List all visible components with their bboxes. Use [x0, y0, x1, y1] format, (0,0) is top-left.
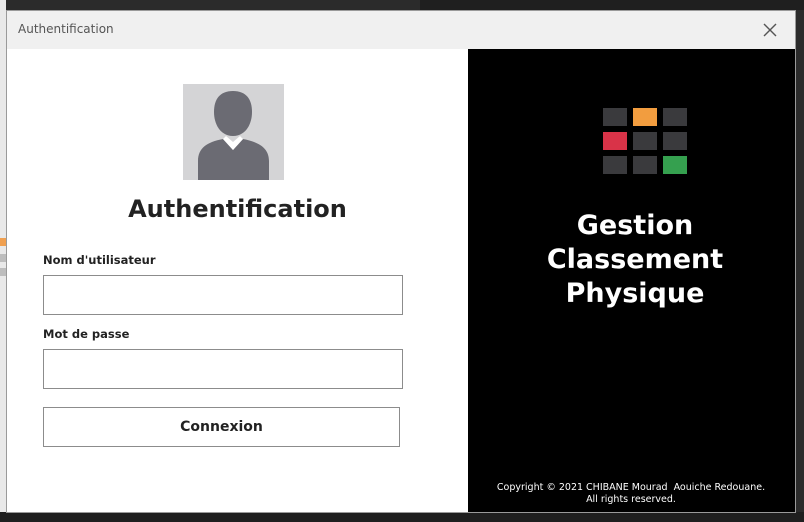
background-taskbar: [0, 512, 804, 522]
branding-panel: Gestion Classement Physique Copyright © …: [468, 49, 795, 512]
login-heading: Authentification: [128, 195, 347, 223]
auth-dialog: Authentification Authentification Nom d'…: [6, 10, 796, 513]
username-label: Nom d'utilisateur: [43, 253, 156, 267]
copyright-line: All rights reserved.: [586, 494, 676, 505]
logo-cell: [663, 132, 687, 150]
copyright-notice: Copyright © 2021 CHIBANE Mourad Aouiche …: [468, 482, 794, 506]
logo-cell: [603, 108, 627, 126]
app-title-line: Classement: [546, 244, 724, 275]
close-icon: [763, 23, 777, 37]
background-desktop: [420, 0, 804, 10]
window-title: Authentification: [18, 22, 114, 36]
password-label: Mot de passe: [43, 327, 130, 341]
connexion-button[interactable]: Connexion: [43, 407, 400, 447]
logo-cell: [663, 156, 687, 174]
logo-cell: [663, 108, 687, 126]
app-title: Gestion Classement Physique: [468, 209, 802, 311]
logo-cell: [633, 132, 657, 150]
title-bar[interactable]: Authentification: [7, 11, 795, 49]
grid-logo-icon: [603, 108, 687, 174]
logo-cell: [603, 132, 627, 150]
user-avatar-icon: [183, 84, 284, 180]
logo-cell: [633, 156, 657, 174]
password-field[interactable]: [43, 349, 403, 389]
logo-cell: [633, 108, 657, 126]
logo-cell: [603, 156, 627, 174]
login-panel: Authentification Nom d'utilisateur Mot d…: [7, 49, 468, 512]
username-field[interactable]: [43, 275, 403, 315]
copyright-line: Copyright © 2021 CHIBANE Mourad Aouiche …: [496, 482, 766, 493]
app-title-line: Physique: [565, 278, 705, 309]
close-button[interactable]: [757, 18, 783, 42]
app-title-line: Gestion: [576, 210, 694, 241]
